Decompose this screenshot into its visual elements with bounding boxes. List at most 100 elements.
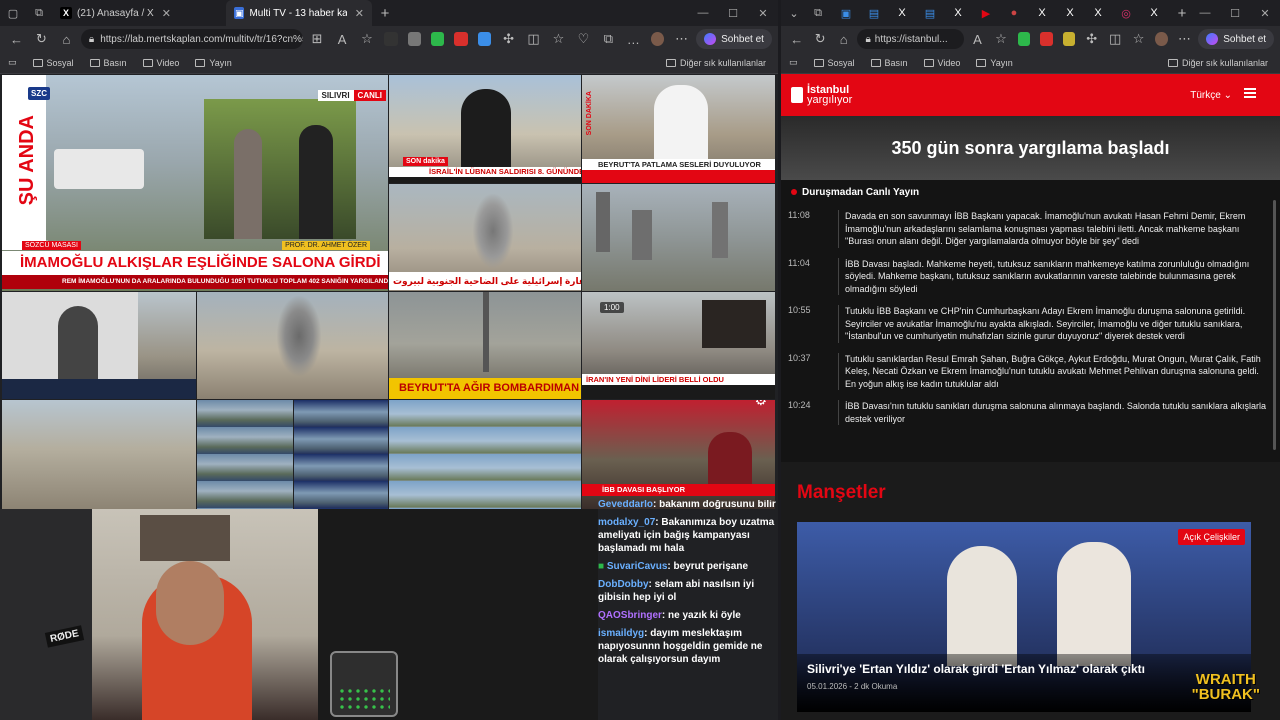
- maximize-icon[interactable]: ☐: [718, 0, 748, 26]
- other-favorites[interactable]: Diğer sık kullanılanlar: [665, 58, 766, 68]
- bookmark-label: Yayın: [990, 57, 1013, 68]
- x-icon[interactable]: X: [951, 6, 965, 20]
- copilot-chat-button[interactable]: Sohbet et: [696, 29, 772, 49]
- tv-tile-8[interactable]: [389, 292, 581, 378]
- extensions-puzzle-icon[interactable]: ✣: [498, 28, 519, 50]
- bookmark-folder-basin[interactable]: Basın: [89, 58, 127, 68]
- close-tab-icon[interactable]: ✕: [162, 7, 171, 20]
- refresh-icon[interactable]: ↻: [810, 28, 829, 50]
- tv-tile-14[interactable]: İBB DAVASI BAŞLIYOR ⚙: [582, 400, 775, 509]
- tv-tile-5[interactable]: [582, 184, 775, 291]
- read-aloud-icon[interactable]: A: [332, 28, 353, 50]
- extension-icon[interactable]: [1062, 32, 1075, 46]
- tab-x-home[interactable]: X (21) Anasayfa / X ✕: [52, 0, 226, 26]
- news-headline[interactable]: Silivri'ye 'Ertan Yıldız' olarak girdi '…: [807, 662, 1241, 676]
- tab-favicon-icon[interactable]: ▣: [839, 6, 853, 20]
- x-icon[interactable]: X: [1091, 6, 1105, 20]
- site-logo[interactable]: İstanbul yargılıyor: [791, 85, 852, 106]
- extension-icon[interactable]: [384, 32, 398, 46]
- tv-tile-main[interactable]: SZC ŞU ANDA SILIVRI CANLI SÖZCÜ MASASI P…: [2, 75, 388, 291]
- bookmark-folder-sosyal[interactable]: Sosyal: [32, 58, 74, 68]
- hamburger-menu-icon[interactable]: [1244, 88, 1256, 98]
- bookmarks-menu-icon[interactable]: ▭: [789, 57, 798, 68]
- app-icon[interactable]: ⊞: [307, 28, 328, 50]
- tv-tile-3[interactable]: SON DAKİKA BEYRUT'TA PATLAMA SESLERİ DUY…: [582, 75, 775, 183]
- read-aloud-icon[interactable]: A: [968, 28, 987, 50]
- favorite-star-icon[interactable]: ☆: [357, 28, 378, 50]
- workspaces-icon[interactable]: ⧉: [811, 6, 825, 20]
- x-icon[interactable]: X: [895, 6, 909, 20]
- back-icon[interactable]: ←: [787, 28, 806, 50]
- tv-tile-6[interactable]: [2, 292, 196, 399]
- extension-icon[interactable]: [1040, 32, 1053, 46]
- minimize-icon[interactable]: —: [1190, 0, 1220, 26]
- maximize-icon[interactable]: ☐: [1220, 0, 1250, 26]
- tab-multitv[interactable]: ▣ Multi TV - 13 haber kanalını aynı a ✕: [226, 0, 372, 26]
- extensions-puzzle-icon[interactable]: ✣: [1082, 28, 1101, 50]
- new-tab-icon[interactable]: +: [378, 5, 392, 22]
- close-window-icon[interactable]: ✕: [748, 0, 778, 26]
- url-field[interactable]: 🔒︎ https://istanbul...: [857, 29, 964, 49]
- tv-tile-13[interactable]: [389, 400, 581, 509]
- more-icon[interactable]: …: [623, 28, 644, 50]
- x-icon[interactable]: X: [1063, 6, 1077, 20]
- bookmarks-menu-icon[interactable]: ▭: [8, 57, 17, 68]
- avatar[interactable]: [1155, 32, 1168, 46]
- extension-icon[interactable]: [431, 32, 445, 46]
- tab-favicon-icon[interactable]: ▤: [867, 6, 881, 20]
- tab-favicon-icon[interactable]: ●: [1007, 6, 1021, 20]
- tv-tile-2[interactable]: SON dakika İSRAİL'İN LÜBNAN SALDIRISI 8.…: [389, 75, 581, 183]
- tv-tile-12[interactable]: [294, 400, 388, 509]
- x-icon[interactable]: X: [1035, 6, 1049, 20]
- smoke-plume: [473, 194, 513, 268]
- x-icon[interactable]: X: [1147, 6, 1161, 20]
- refresh-icon[interactable]: ↻: [31, 28, 52, 50]
- close-window-icon[interactable]: ✕: [1250, 0, 1280, 26]
- avatar[interactable]: [650, 32, 665, 46]
- bookmark-folder-yayin[interactable]: Yayın: [976, 57, 1013, 68]
- new-tab-icon[interactable]: +: [1175, 5, 1189, 22]
- close-tab-icon[interactable]: ✕: [355, 7, 364, 20]
- tab-actions-icon[interactable]: ▢: [6, 6, 20, 20]
- feed-scrollbar[interactable]: [1273, 200, 1276, 450]
- bookmark-folder-yayin[interactable]: Yayın: [195, 58, 232, 68]
- news-card[interactable]: Açık Çelişkiler Silivri'ye 'Ertan Yıldız…: [797, 522, 1251, 712]
- split-screen-icon[interactable]: ◫: [523, 28, 544, 50]
- instagram-icon[interactable]: ◎: [1119, 6, 1133, 20]
- bookmark-folder-basin[interactable]: Basın: [870, 58, 908, 68]
- bookmark-folder-sosyal[interactable]: Sosyal: [813, 58, 855, 68]
- split-screen-icon[interactable]: ◫: [1105, 28, 1124, 50]
- tab-favicon-icon[interactable]: ▤: [923, 6, 937, 20]
- tv-tile-10[interactable]: [2, 400, 196, 509]
- tv-tile-11[interactable]: [197, 400, 293, 509]
- tab-actions-icon[interactable]: ⌄: [787, 6, 801, 20]
- more-icon[interactable]: ⋯: [1175, 28, 1194, 50]
- favorite-star-icon[interactable]: ☆: [991, 28, 1010, 50]
- minimize-icon[interactable]: —: [688, 0, 718, 26]
- tv-tile-9[interactable]: 1:00 İRAN'IN YENİ DİNİ LİDERİ BELLİ OLDU: [582, 292, 775, 399]
- language-selector[interactable]: Türkçe ⌄: [1190, 90, 1232, 101]
- workspaces-icon[interactable]: ⧉: [32, 6, 46, 20]
- youtube-icon[interactable]: ▶: [979, 6, 993, 20]
- url-field[interactable]: 🔒︎ https://lab.mertskaplan.com/multitv/t…: [80, 29, 303, 49]
- extension-icon[interactable]: [477, 32, 492, 46]
- other-favorites[interactable]: Diğer sık kullanılanlar: [1167, 58, 1268, 68]
- home-icon[interactable]: ⌂: [56, 28, 77, 50]
- browser-essentials-icon[interactable]: ♡: [573, 28, 594, 50]
- extension-icon[interactable]: [454, 32, 468, 46]
- home-icon[interactable]: ⌂: [834, 28, 853, 50]
- favorites-icon[interactable]: ☆: [548, 28, 569, 50]
- extension-icon[interactable]: [1017, 32, 1031, 46]
- collections-icon[interactable]: ⧉: [598, 28, 619, 50]
- bookmark-folder-video[interactable]: Video: [923, 58, 960, 68]
- favorites-icon[interactable]: ☆: [1129, 28, 1148, 50]
- more-icon[interactable]: ⋯: [671, 28, 692, 50]
- bookmark-folder-video[interactable]: Video: [142, 58, 179, 68]
- settings-gear-icon[interactable]: ⚙: [754, 400, 767, 409]
- extension-icon[interactable]: [407, 32, 422, 46]
- tv-tile-4[interactable]: غارة إسرائيلية على الضاحية الجنوبية لبير…: [389, 184, 581, 291]
- tv-tile-7[interactable]: [197, 292, 388, 399]
- back-icon[interactable]: ←: [6, 28, 27, 50]
- category-badge[interactable]: Açık Çelişkiler: [1178, 529, 1245, 545]
- copilot-chat-button[interactable]: Sohbet et: [1198, 29, 1275, 49]
